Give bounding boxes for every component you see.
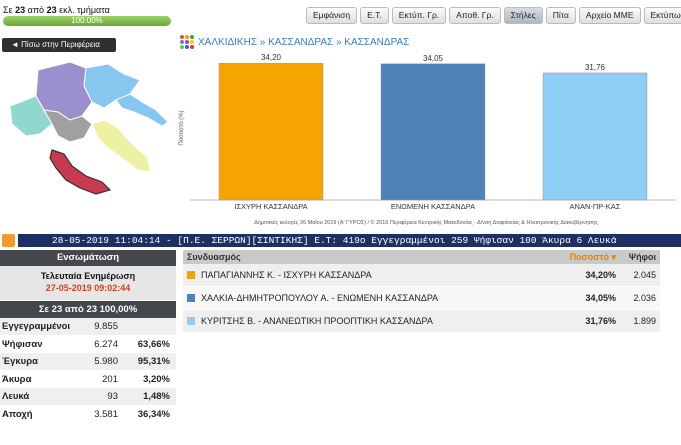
- toolbar: Εμφάνιση Ε.Τ. Εκτύπ. Γρ. Αποθ. Γρ. Στήλες Πίτ…: [306, 7, 681, 24]
- results-table: Συνδυασμός Ποσοστό ▾ Ψήφοι ΠΑΠΑΓΙΑΝΝΗΣ Κ…: [183, 250, 660, 333]
- progress-bar: 100.00%: [3, 16, 171, 26]
- chart-footer: Δημοτικές εκλογές 26 Μαΐου 2019 (Α' ΓΥΡΟ…: [254, 220, 598, 226]
- summary-row: Αποχή 3.581 36,34%: [0, 405, 176, 423]
- summary-row: Εγγεγραμμένοι 9.855: [0, 318, 176, 336]
- summary-row-label: Εγγεγραμμένοι: [2, 321, 71, 332]
- summary-row: Ψήφισαν 6.274 63,66%: [0, 335, 176, 353]
- chart-bar-0[interactable]: [218, 62, 324, 201]
- party-color-swatch: [187, 271, 195, 279]
- breadcrumb-text: ΧΑΛΚΙΔΙΚΗΣ » ΚΑΣΣΑΝΔΡΑΣ » ΚΑΣΣΑΝΔΡΑΣ: [198, 36, 410, 48]
- grid-dots-icon: [180, 35, 194, 49]
- summary-row-label: Ψήφισαν: [2, 338, 43, 350]
- summary-rows: Εγγεγραμμένοι 9.855 Ψήφισαν 6.274 63,66% Έγκυ…: [0, 318, 176, 423]
- chart-value-label-2: 31,76: [585, 63, 606, 72]
- party-name: ΠΑΠΑΓΙΑΝΝΗΣ Κ. - ΙΣΧΥΡΗ ΚΑΣΣΑΝΔΡΑ: [201, 270, 372, 280]
- map-region-kassandra-selected[interactable]: [49, 149, 112, 195]
- toolbar-button-7[interactable]: Εκτύπωση: [643, 7, 681, 24]
- summary-row-pct: 1,48%: [143, 391, 170, 402]
- header-party[interactable]: Συνδυασμός: [183, 250, 550, 264]
- result-row[interactable]: ΧΑΛΚΙΑ-ΔΗΜΗΤΡΟΠΟΥΛΟΥ Α. - ΕΝΩΜΕΝΗ ΚΑΣΣΑΝ…: [183, 287, 660, 310]
- result-row[interactable]: ΚΥΡΙΤΣΗΣ Β. - ΑΝΑΝΕΩΤΙΚΗ ΠΡΟΟΠΤΙΚΗ ΚΑΣΣΑ…: [183, 310, 660, 333]
- party-name: ΧΑΛΚΙΑ-ΔΗΜΗΤΡΟΠΟΥΛΟΥ Α. - ΕΝΩΜΕΝΗ ΚΑΣΣΑΝ…: [201, 293, 439, 303]
- party-votes: 2.036: [633, 293, 656, 303]
- party-votes: 1.899: [633, 316, 656, 326]
- region-map: [9, 61, 169, 195]
- map-region-athos[interactable]: [115, 93, 169, 127]
- summary-row-pct: [118, 318, 174, 335]
- toolbar-button-3[interactable]: Αποθ. Γρ.: [449, 7, 501, 24]
- progress-text: 100.00%: [71, 16, 103, 25]
- header-votes[interactable]: Ψήφοι: [620, 250, 660, 264]
- summary-row-label: Λευκά: [2, 391, 30, 402]
- summary-row-value: 6.274: [94, 338, 118, 350]
- toolbar-button-2[interactable]: Εκτύπ. Γρ.: [391, 7, 447, 24]
- party-percentage: 31,76%: [585, 316, 616, 326]
- summary-row-label: Έγκυρα: [2, 356, 38, 367]
- chart-category-label-1: ΕΝΩΜΕΝΗ ΚΑΣΣΑΝΔΡΑ: [391, 202, 475, 211]
- results-header: Συνδυασμός Ποσοστό ▾ Ψήφοι: [183, 250, 660, 264]
- summary-row-pct: 36,34%: [137, 408, 170, 420]
- last-update-time: 27-05-2019 09:02:44: [45, 283, 131, 293]
- summary-row-value: 5.980: [94, 356, 118, 367]
- header-percentage-sort[interactable]: Ποσοστό ▾: [550, 250, 620, 264]
- news-ticker: 28-05-2019 11:04:14 - [Π.Ε. ΣΕΡΡΩΝ][ΣΙΝΤ…: [18, 234, 681, 247]
- party-color-swatch: [187, 294, 195, 302]
- back-to-region-button[interactable]: ◄ Πίσω στην Περιφέρεια: [2, 38, 116, 52]
- toolbar-button-5[interactable]: Πίτα: [545, 7, 576, 24]
- chart-bar-1[interactable]: [380, 63, 486, 201]
- summary-row-value: 93: [107, 391, 118, 402]
- toolbar-button-0[interactable]: Εμφάνιση: [306, 7, 358, 24]
- chart-value-label-0: 34,20: [261, 53, 282, 62]
- party-percentage: 34,05%: [585, 293, 616, 303]
- party-votes: 2.045: [633, 270, 656, 280]
- results-bar-chart: Ποσοστό (%) 34,20 ΙΣΧΥΡΗ ΚΑΣΣΑΝΔΡΑ 34,05 ΕΝΩ…: [178, 53, 676, 211]
- last-update-box: Τελευταία Ενημέρωση 27-05-2019 09:02:44: [0, 266, 176, 300]
- party-name: ΚΥΡΙΤΣΗΣ Β. - ΑΝΑΝΕΩΤΙΚΗ ΠΡΟΟΠΤΙΚΗ ΚΑΣΣΑ…: [201, 316, 433, 326]
- summary-count: Σε 23 από 23 100,00%: [0, 301, 176, 318]
- summary-row: Άκυρα 201 3,20%: [0, 370, 176, 388]
- toolbar-button-4[interactable]: Στήλες: [503, 7, 543, 24]
- chart-value-label-1: 34,05: [423, 54, 444, 63]
- summary-row-pct: 63,66%: [137, 338, 170, 350]
- summary-panel: Ενσωμάτωση Τελευταία Ενημέρωση 27-05-201…: [0, 250, 176, 423]
- chart-category-label-0: ΙΣΧΥΡΗ ΚΑΣΣΑΝΔΡΑ: [234, 202, 307, 211]
- rss-icon[interactable]: [2, 234, 15, 247]
- last-update-label: Τελευταία Ενημέρωση: [40, 271, 136, 281]
- chart-category-label-2: ΑΝΑΝ-ΠΡ-ΚΑΣ: [570, 202, 621, 211]
- results-rows: ΠΑΠΑΓΙΑΝΝΗΣ Κ. - ΙΣΧΥΡΗ ΚΑΣΣΑΝΔΡΑ 34,20% 2…: [183, 264, 660, 333]
- summary-title: Ενσωμάτωση: [0, 250, 176, 266]
- result-row[interactable]: ΠΑΠΑΓΙΑΝΝΗΣ Κ. - ΙΣΧΥΡΗ ΚΑΣΣΑΝΔΡΑ 34,20% 2…: [183, 264, 660, 287]
- summary-row-pct: 95,31%: [137, 356, 170, 367]
- party-color-swatch: [187, 317, 195, 325]
- chart-y-axis-label: Ποσοστό (%): [178, 110, 185, 145]
- summary-row: Έγκυρα 5.980 95,31%: [0, 353, 176, 371]
- breadcrumb: ΧΑΛΚΙΔΙΚΗΣ » ΚΑΣΣΑΝΔΡΑΣ » ΚΑΣΣΑΝΔΡΑΣ: [180, 35, 409, 49]
- chart-bar-2[interactable]: [542, 72, 648, 201]
- sections-counter: Σε 23 από 23 εκλ. τμήματα: [3, 5, 110, 15]
- summary-row: Λευκά 93 1,48%: [0, 388, 176, 406]
- toolbar-button-6[interactable]: Αρχείο ΜΜΕ: [578, 7, 641, 24]
- summary-row-label: Αποχή: [2, 408, 33, 420]
- toolbar-button-1[interactable]: Ε.Τ.: [360, 7, 389, 24]
- summary-row-label: Άκυρα: [2, 373, 32, 385]
- party-percentage: 34,20%: [585, 270, 616, 280]
- summary-row-value: 9.855: [94, 321, 118, 332]
- summary-row-value: 3.581: [94, 408, 118, 420]
- map-region-sithonia[interactable]: [91, 119, 151, 173]
- summary-row-pct: 3,20%: [143, 373, 170, 385]
- summary-row-value: 201: [102, 373, 118, 385]
